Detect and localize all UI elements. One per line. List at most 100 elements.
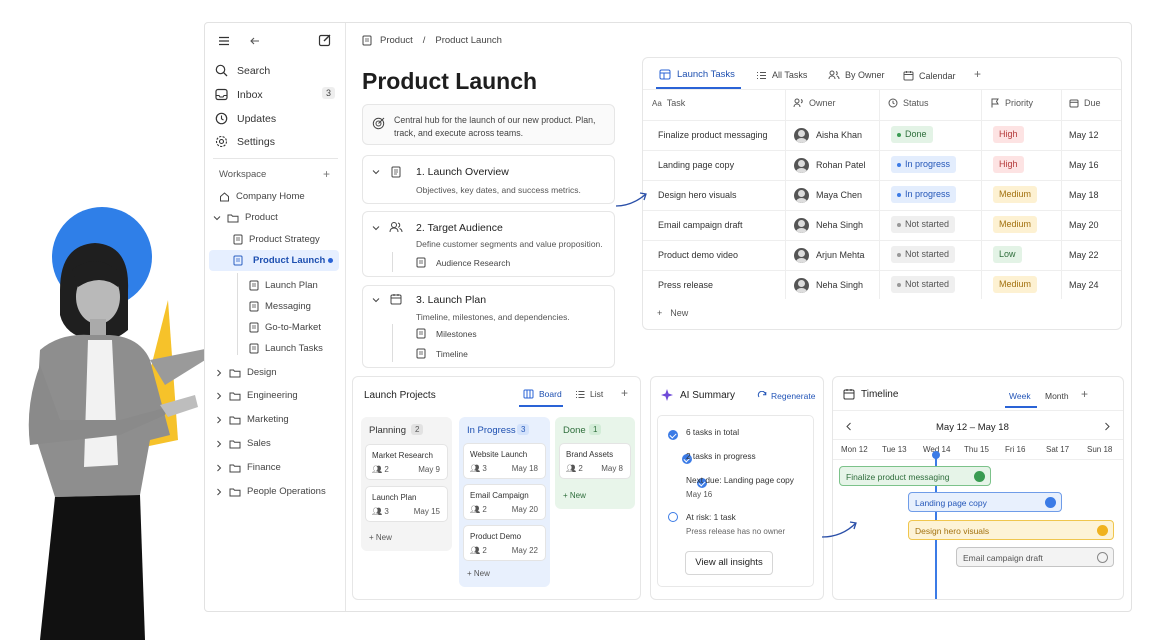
sidebar-item-company-home[interactable]: Company Home [219,191,305,202]
subpage-link[interactable]: Audience Research [436,258,510,268]
status-badge[interactable]: In progress [891,156,957,173]
avatar [794,278,809,293]
timeline-bar[interactable]: Design hero visuals [908,520,1114,540]
nav-updates[interactable]: Updates [215,112,276,125]
back-arrow-icon[interactable] [249,35,261,47]
sidebar-item-product-launch[interactable]: Product Launch [209,250,339,271]
project-card[interactable]: Launch Plan 👥︎ 3 May 15 [365,486,448,522]
tab-by-owner[interactable]: By Owner [828,70,885,80]
priority-badge[interactable]: High [993,156,1024,173]
section-launch-overview[interactable]: 1. Launch Overview Objectives, key dates… [362,155,615,204]
chevron-down-icon [213,214,221,222]
timeline-bar[interactable]: Email campaign draft [956,547,1114,567]
new-page-icon[interactable] [318,33,332,47]
new-card-button[interactable]: + New [369,533,392,542]
users-icon: 👥︎ [470,505,481,514]
sidebar-folder-finance[interactable]: Finance [215,462,281,473]
col-header-due[interactable]: Due [1069,98,1101,108]
tab-week[interactable]: Week [1009,391,1031,401]
nav-search[interactable]: Search [215,64,270,77]
project-card[interactable]: Email Campaign 👥︎ 2 May 20 [463,484,546,520]
sidebar-folder-sales[interactable]: Sales [215,438,271,449]
table-row[interactable]: Design hero visuals Maya Chen In progres… [643,180,1121,210]
breadcrumb-current[interactable]: Product Launch [435,35,502,46]
tree-guide-line [392,252,393,272]
project-card[interactable]: Product Demo 👥︎ 2 May 22 [463,525,546,561]
new-row-button[interactable]: + New [657,308,688,318]
sidebar-item-go-to-market[interactable]: Go-to-Market [249,322,321,333]
priority-badge[interactable]: Medium [993,216,1038,233]
plus-icon: + [657,308,663,318]
tab-calendar[interactable]: Calendar [903,70,956,81]
project-card[interactable]: Website Launch 👥︎ 3 May 18 [463,443,546,479]
nav-search-label: Search [237,64,271,77]
tab-all-tasks[interactable]: All Tasks [756,70,807,80]
status-dot [897,252,901,257]
timeline-bar[interactable]: Landing page copy [908,492,1062,512]
sidebar-folder-design[interactable]: Design [215,367,277,378]
add-view-button[interactable]: + [974,67,981,81]
sidebar-folder-engineering[interactable]: Engineering [215,390,298,401]
view-list-tab[interactable]: List [575,389,603,399]
sidebar-item-launch-tasks[interactable]: Launch Tasks [249,343,323,354]
tab-month[interactable]: Month [1045,391,1069,401]
table-row[interactable]: Landing page copy Rohan Patel In progres… [643,150,1121,180]
chevron-right-icon[interactable] [1104,422,1111,431]
table-row[interactable]: Email campaign draft Neha Singh Not star… [643,210,1121,240]
sidebar-item-launch-plan[interactable]: Launch Plan [249,280,318,291]
new-card-button[interactable]: + New [467,569,490,578]
summary-item: 6 tasks in total [686,427,740,437]
section-launch-plan[interactable]: 3. Launch Plan Timeline, milestones, and… [362,285,615,368]
add-workspace-icon[interactable]: + [323,167,330,181]
section-target-audience[interactable]: 2. Target Audience Define customer segme… [362,211,615,277]
chevron-down-icon[interactable] [372,296,380,304]
new-card-button[interactable]: + New [563,491,586,500]
regenerate-button[interactable]: Regenerate [757,391,815,401]
members-value: 3 [482,464,487,473]
status-badge[interactable]: Done [891,126,933,143]
col-header-task[interactable]: Aa Task [652,98,685,108]
tab-launch-tasks[interactable]: Launch Tasks [659,69,735,80]
chevron-down-icon[interactable] [372,168,380,176]
status-badge[interactable]: Not started [891,276,956,293]
priority-badge[interactable]: Low [993,246,1022,263]
add-project-button[interactable]: + [621,386,628,400]
view-all-insights-button[interactable]: View all insights [685,551,773,575]
members-count: 👥︎ 2 [372,465,389,474]
bar-label: Design hero visuals [915,526,990,536]
chevron-left-icon[interactable] [845,422,852,431]
status-dot [897,192,901,197]
add-view-button[interactable]: + [1081,387,1088,401]
sidebar-folder-marketing[interactable]: Marketing [215,414,289,425]
calendar-icon [843,388,855,400]
project-card[interactable]: Market Research 👥︎ 2 May 9 [365,444,448,480]
priority-badge[interactable]: High [993,126,1024,143]
sidebar: Search Inbox 3 Updates Settings Workspac… [205,23,346,611]
nav-settings[interactable]: Settings [215,135,275,148]
table-row[interactable]: Product demo video Arjun Mehta Not start… [643,240,1121,270]
status-badge[interactable]: In progress [891,186,957,203]
sidebar-item-product[interactable]: Product [213,212,278,223]
subpage-link[interactable]: Milestones [436,329,477,339]
breadcrumb-root[interactable]: Product [380,35,413,46]
timeline-bar[interactable]: Finalize product messaging [839,466,991,486]
status-badge[interactable]: Not started [891,216,956,233]
menu-icon[interactable] [218,35,230,47]
nav-inbox[interactable]: Inbox 3 [215,87,335,101]
priority-badge[interactable]: Medium [993,276,1038,293]
sidebar-folder-people-operations[interactable]: People Operations [215,486,326,497]
table-row[interactable]: Press release Neha Singh Not started Med… [643,270,1121,300]
chevron-down-icon[interactable] [372,224,380,232]
status-badge[interactable]: Not started [891,246,956,263]
table-row[interactable]: Finalize product messaging Aisha Khan Do… [643,120,1121,150]
project-card[interactable]: Brand Assets 👥︎ 2 May 8 [559,443,631,479]
card-title: Product Demo [470,532,522,541]
subpage-link[interactable]: Timeline [436,349,468,359]
col-header-owner[interactable]: Owner [793,98,836,108]
sidebar-item-product-strategy[interactable]: Product Strategy [233,234,320,245]
view-board-tab[interactable]: Board [523,389,562,399]
priority-badge[interactable]: Medium [993,186,1038,203]
col-header-priority[interactable]: Priority [990,98,1033,108]
sidebar-item-messaging[interactable]: Messaging [249,301,311,312]
col-header-status[interactable]: Status [888,98,929,108]
